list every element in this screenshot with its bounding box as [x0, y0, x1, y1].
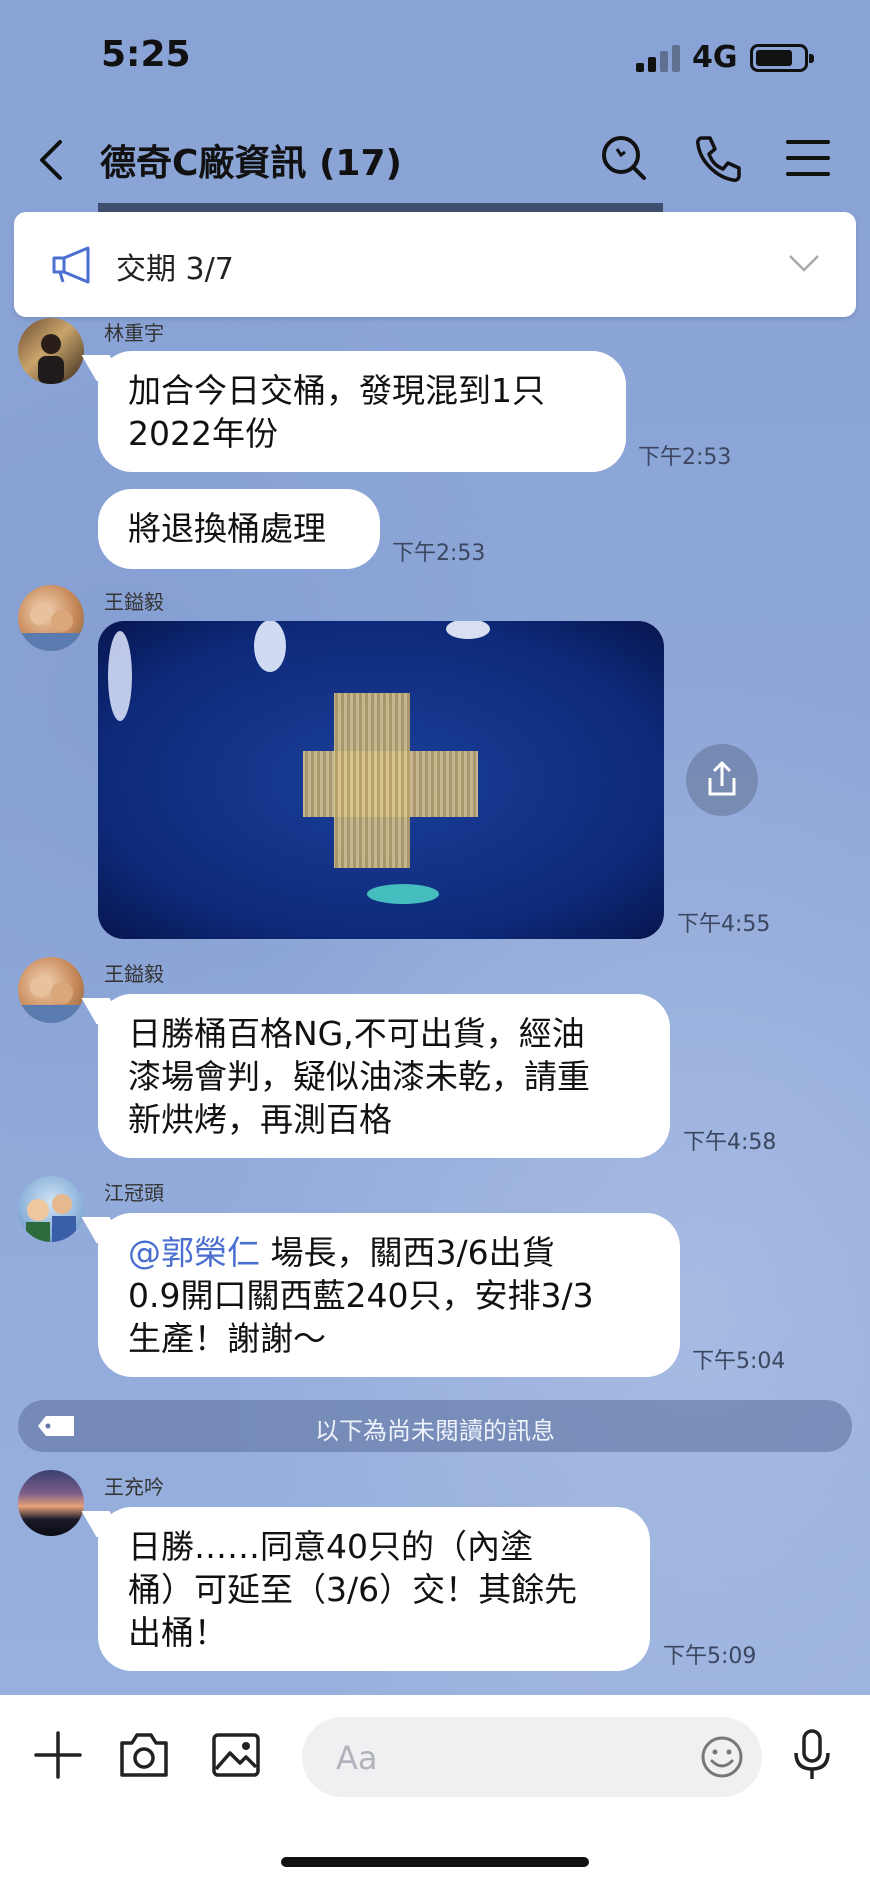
sender-name: 王鎰毅: [104, 962, 164, 986]
announcement-banner[interactable]: 交期 3/7: [14, 212, 856, 317]
camera-icon[interactable]: [114, 1725, 174, 1785]
status-time: 5:25: [101, 34, 191, 75]
message-bubble[interactable]: @郭榮仁 場長，關西3/6出貨 0.9開口關西藍240只，安排3/3 生產！謝謝…: [98, 1213, 680, 1377]
announcement-text: 交期 3/7: [116, 252, 234, 287]
status-bar: 5:25 4G: [0, 0, 870, 110]
network-label: 4G: [692, 40, 738, 75]
home-indicator: [281, 1857, 589, 1867]
message-text: 日勝……同意40只的（內塗 桶）可延至（3/6）交！其餘先 出桶！: [128, 1527, 578, 1652]
search-icon[interactable]: [596, 130, 652, 186]
emoji-icon[interactable]: [698, 1733, 746, 1781]
chat-title: 德奇C廠資訊 (17): [100, 143, 402, 184]
back-icon[interactable]: [30, 132, 80, 188]
avatar[interactable]: [18, 1176, 84, 1242]
sender-name: 王充吟: [104, 1475, 164, 1499]
avatar[interactable]: [18, 957, 84, 1023]
unread-divider: 以下為尚未閱讀的訊息: [18, 1400, 852, 1452]
phone-icon[interactable]: [690, 130, 746, 186]
message-text: 日勝桶百格NG,不可出貨，經油 漆場會判，疑似油漆未乾，請重 新烘烤，再測百格: [128, 1014, 590, 1139]
message-text: @郭榮仁 場長，關西3/6出貨 0.9開口關西藍240只，安排3/3 生產！謝謝…: [128, 1231, 650, 1360]
share-button[interactable]: [686, 744, 758, 816]
plus-icon[interactable]: [28, 1725, 88, 1785]
message-bubble[interactable]: 日勝桶百格NG,不可出貨，經油 漆場會判，疑似油漆未乾，請重 新烘烤，再測百格: [98, 994, 670, 1158]
message-bubble[interactable]: 將退換桶處理: [98, 489, 380, 569]
menu-icon[interactable]: [780, 130, 836, 186]
message-field: [302, 1717, 762, 1797]
microphone-icon[interactable]: [782, 1725, 842, 1785]
battery-icon: [750, 44, 814, 72]
message-input[interactable]: [334, 1735, 678, 1781]
message-bubble[interactable]: 加合今日交桶，發現混到1只 2022年份: [98, 351, 626, 472]
avatar[interactable]: [18, 318, 84, 384]
message-time: 下午2:53: [392, 541, 486, 566]
message-text: 加合今日交桶，發現混到1只 2022年份: [128, 371, 545, 453]
message-input-bar: [0, 1695, 870, 1883]
image-icon[interactable]: [206, 1725, 266, 1785]
sender-name: 江冠頭: [104, 1181, 164, 1205]
chevron-down-icon[interactable]: [788, 252, 820, 274]
signal-icon: [636, 44, 680, 72]
sender-name: 林重宇: [104, 321, 164, 345]
message-text: 將退換桶處理: [128, 509, 326, 548]
sender-name: 王鎰毅: [104, 590, 164, 614]
megaphone-icon: [52, 246, 90, 284]
message-time: 下午2:53: [638, 445, 732, 470]
message-time: 下午4:55: [677, 912, 771, 937]
chat-header: 德奇C廠資訊 (17): [0, 110, 870, 210]
mention-link[interactable]: @郭榮仁: [128, 1233, 260, 1272]
share-icon: [708, 760, 736, 796]
message-time: 下午4:58: [683, 1130, 777, 1155]
image-attachment[interactable]: [98, 621, 664, 939]
unread-divider-label: 以下為尚未閱讀的訊息: [315, 1417, 555, 1445]
message-time: 下午5:09: [663, 1644, 757, 1669]
avatar[interactable]: [18, 1470, 84, 1536]
message-time: 下午5:04: [692, 1349, 786, 1374]
message-bubble[interactable]: 日勝……同意40只的（內塗 桶）可延至（3/6）交！其餘先 出桶！: [98, 1507, 650, 1671]
avatar[interactable]: [18, 585, 84, 651]
